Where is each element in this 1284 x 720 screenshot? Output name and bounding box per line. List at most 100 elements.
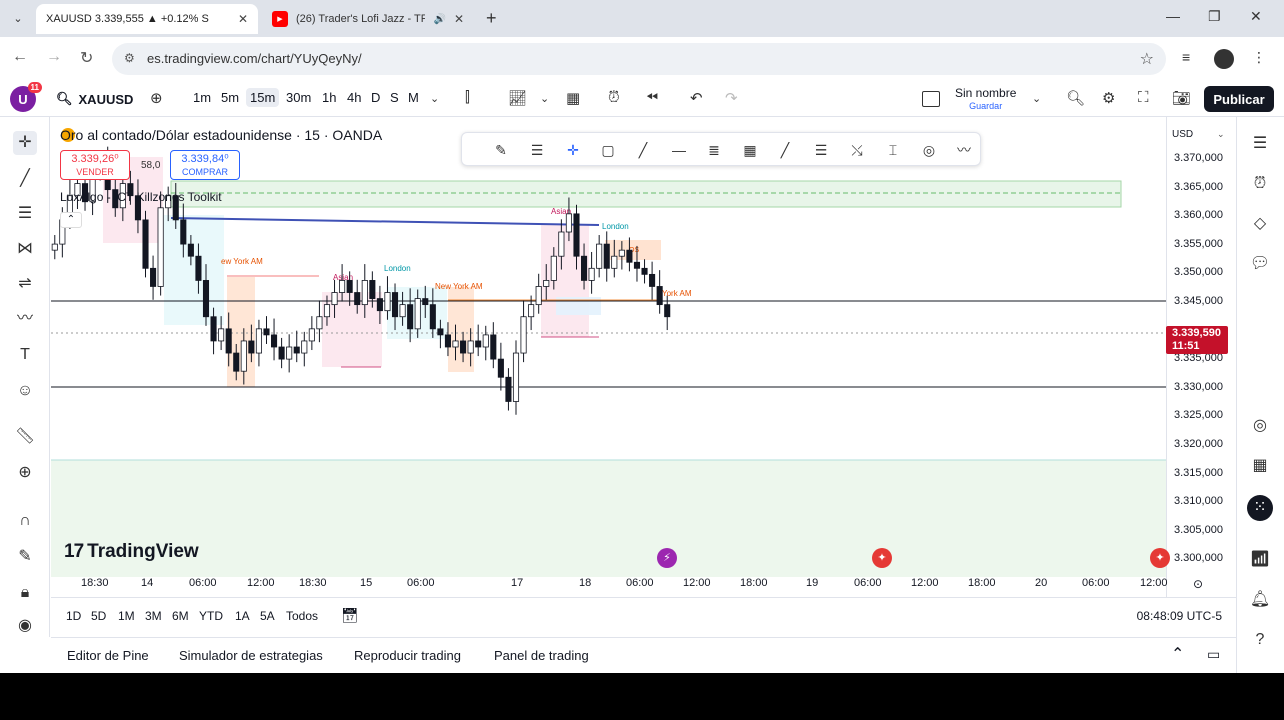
- layers-icon[interactable]: ◇: [1247, 211, 1273, 237]
- minimize-icon[interactable]: —: [1166, 8, 1180, 24]
- emoji-icon[interactable]: ☺: [13, 379, 37, 403]
- path-tool-icon[interactable]: ⤯: [846, 139, 868, 161]
- publish-button[interactable]: Publicar: [1204, 86, 1274, 112]
- indicator-legend[interactable]: LuxAlgo - ICT Killzones Toolkit: [60, 190, 222, 204]
- fib-retracement-icon[interactable]: ☰: [13, 202, 37, 226]
- range-1d[interactable]: 1D: [66, 609, 81, 623]
- fullscreen-icon[interactable]: ⛶: [1138, 89, 1149, 106]
- buy-button[interactable]: 3.339,84⁰ COMPRAR: [170, 150, 240, 180]
- menu-kebab-icon[interactable]: ⋮: [1252, 49, 1266, 66]
- collapse-legend-button[interactable]: ⌃: [60, 212, 82, 228]
- snapshot-camera-icon[interactable]: 📷︎: [1172, 89, 1191, 107]
- back-icon[interactable]: ←: [12, 48, 28, 66]
- ray-tool-icon[interactable]: ╱: [632, 139, 654, 161]
- timeframe-1m[interactable]: 1m: [193, 90, 211, 105]
- visibility-eye-icon[interactable]: ◉: [13, 614, 37, 638]
- timezone-clock[interactable]: 08:48:09 UTC-5: [1137, 609, 1222, 623]
- goto-date-icon[interactable]: 📅︎: [341, 607, 359, 624]
- layout-chevron-icon[interactable]: ⌄: [1032, 92, 1041, 105]
- target-tool-icon[interactable]: ◎: [918, 139, 940, 161]
- chart-legend-title[interactable]: Oro al contado/Dólar estadounidense · 15…: [60, 127, 382, 143]
- new-tab-button[interactable]: +: [486, 8, 497, 29]
- quick-search-icon[interactable]: 🔍︎: [1066, 89, 1085, 107]
- lock-icon[interactable]: 🔒︎: [13, 581, 37, 605]
- close-tab-icon[interactable]: ✕: [454, 12, 464, 26]
- forecast-icon[interactable]: ⇌: [13, 272, 37, 296]
- target-icon[interactable]: ◎: [1247, 413, 1273, 439]
- compare-symbol-icon[interactable]: ⊕: [150, 89, 163, 107]
- alerts-clock-icon[interactable]: ⏰︎: [1247, 171, 1273, 197]
- fib-tool-icon[interactable]: ☰: [526, 139, 548, 161]
- lock-drawing-icon[interactable]: ✎: [13, 545, 37, 569]
- speaker-icon[interactable]: 🔊: [433, 14, 445, 25]
- crosshair-icon[interactable]: ✛: [13, 131, 37, 155]
- help-icon[interactable]: ?: [1247, 627, 1273, 653]
- profile-icon[interactable]: [1214, 49, 1234, 69]
- crosshair-tool-icon[interactable]: ✛: [562, 139, 584, 161]
- pitchfork-tool-icon[interactable]: ≣: [703, 139, 725, 161]
- grid-tool-icon[interactable]: ▦: [739, 139, 761, 161]
- bookmark-star-icon[interactable]: ☆: [1140, 49, 1154, 69]
- price-axis[interactable]: 3.370,000 3.365,000 3.360,000 3.355,000 …: [1166, 117, 1236, 597]
- templates-icon[interactable]: ▦: [566, 89, 580, 107]
- wave-tool-icon[interactable]: 〰: [953, 139, 975, 161]
- avatar[interactable]: U 11: [10, 82, 42, 112]
- range-6m[interactable]: 6M: [172, 609, 189, 623]
- media-control-icon[interactable]: ≡: [1182, 49, 1190, 65]
- range-5a[interactable]: 5A: [260, 609, 275, 623]
- text-icon[interactable]: T: [13, 343, 37, 367]
- range-1m[interactable]: 1M: [118, 609, 135, 623]
- range-ytd[interactable]: YTD: [199, 609, 223, 623]
- sell-button[interactable]: 3.339,26⁰ VENDER: [60, 150, 130, 180]
- timeframe-1h[interactable]: 1h: [322, 90, 336, 105]
- timeframe-d[interactable]: D: [371, 90, 380, 105]
- us-flag-event-icon[interactable]: ✦: [872, 548, 892, 568]
- trendline-blue[interactable]: [170, 217, 600, 226]
- chat-icon[interactable]: 💬︎: [1247, 251, 1273, 277]
- currency-chevron-icon[interactable]: ⌄: [1217, 129, 1225, 140]
- calendar-icon[interactable]: ▦: [1247, 453, 1273, 479]
- time-axis-settings-icon[interactable]: ⊙: [1193, 577, 1203, 591]
- currency-selector[interactable]: USD: [1172, 129, 1193, 140]
- line-tool-icon[interactable]: ╱: [774, 139, 796, 161]
- tab-youtube[interactable]: ▶ (26) Trader's Lofi Jazz - TRA 🔊 ✕: [262, 4, 474, 34]
- watchlist-icon[interactable]: ☰: [1247, 131, 1273, 157]
- trendline-icon[interactable]: ╱: [13, 167, 37, 191]
- chart-canvas[interactable]: ew York AM Asian London New York AM Asia…: [51, 117, 1236, 597]
- timeframe-chevron-icon[interactable]: ⌄: [430, 92, 439, 105]
- timeframe-5m[interactable]: 5m: [221, 90, 239, 105]
- indicators-icon[interactable]: 📈︎: [508, 89, 527, 107]
- tab-strategy-tester[interactable]: Simulador de estrategias: [179, 648, 323, 663]
- url-field[interactable]: ⚙ es.tradingview.com/chart/YUyQeyNy/ ☆: [112, 43, 1166, 75]
- ruler-icon[interactable]: 📏︎: [13, 425, 37, 449]
- layout-name[interactable]: Sin nombre Guardar: [955, 87, 1016, 113]
- settings-gear-icon[interactable]: ⚙: [1102, 89, 1115, 107]
- timeframe-15m[interactable]: 15m: [246, 88, 280, 107]
- range-all[interactable]: Todos: [286, 609, 318, 623]
- timeframe-s[interactable]: S: [390, 90, 399, 105]
- close-tab-icon[interactable]: ✕: [238, 12, 248, 26]
- rectangle-tool-icon[interactable]: ▢: [597, 139, 619, 161]
- apps-grid-icon[interactable]: ⁙: [1247, 495, 1273, 521]
- range-3m[interactable]: 3M: [145, 609, 162, 623]
- dividend-event-icon[interactable]: ⚡: [657, 548, 677, 568]
- redo-icon[interactable]: ↷: [725, 89, 738, 107]
- undo-icon[interactable]: ↶: [690, 89, 703, 107]
- site-info-icon[interactable]: ⚙: [124, 51, 135, 65]
- timeframe-m[interactable]: M: [408, 90, 419, 105]
- layout-icon[interactable]: [922, 91, 940, 107]
- indicators-chevron-icon[interactable]: ⌄: [540, 92, 549, 105]
- tab-trading-panel[interactable]: Panel de trading: [494, 648, 589, 663]
- brush-icon[interactable]: 〰: [13, 307, 37, 331]
- brush-tool-icon[interactable]: ✎: [490, 139, 512, 161]
- alert-icon[interactable]: ⏰︎: [608, 89, 620, 106]
- notifications-bell-icon[interactable]: 🔔︎: [1247, 587, 1273, 613]
- channel-tool-icon[interactable]: ☰: [810, 139, 832, 161]
- forward-icon[interactable]: →: [46, 48, 62, 66]
- range-5d[interactable]: 5D: [91, 609, 106, 623]
- zoom-in-icon[interactable]: ⊕: [13, 461, 37, 485]
- timeframe-4h[interactable]: 4h: [347, 90, 361, 105]
- range-1a[interactable]: 1A: [235, 609, 250, 623]
- restore-icon[interactable]: ❐: [1208, 8, 1221, 25]
- candlestick-chart[interactable]: ew York AM Asian London New York AM Asia…: [51, 117, 1166, 577]
